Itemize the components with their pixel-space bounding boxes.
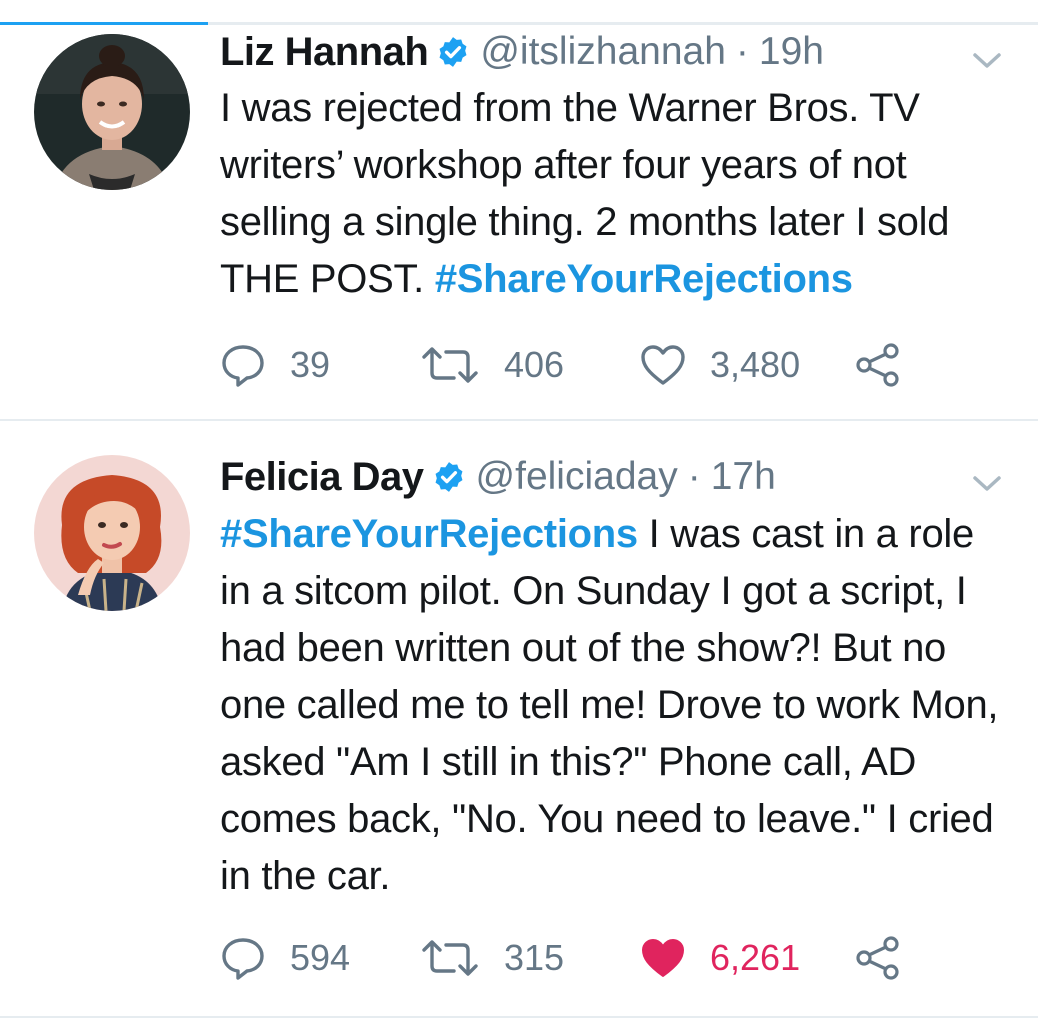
author-name[interactable]: Felicia Day bbox=[220, 455, 424, 500]
hashtag-link[interactable]: #ShareYourRejections bbox=[220, 512, 638, 556]
separator-dot: · bbox=[735, 30, 749, 73]
tweet-actions: 594 315 6,261 bbox=[220, 933, 940, 983]
tweet-text-segment: I was cast in a role in a sitcom pilot. … bbox=[220, 512, 999, 898]
like-count: 3,480 bbox=[710, 344, 801, 385]
loading-progress-fill bbox=[0, 22, 208, 25]
share-button[interactable] bbox=[855, 933, 901, 983]
tweet-text: I was rejected from the Warner Bros. TV … bbox=[220, 80, 1010, 308]
share-icon bbox=[856, 343, 899, 387]
reply-button[interactable]: 594 bbox=[220, 933, 350, 983]
reply-icon bbox=[222, 938, 264, 980]
reply-count: 39 bbox=[290, 344, 331, 385]
retweet-count: 315 bbox=[504, 937, 565, 978]
author-handle[interactable]: @feliciaday bbox=[476, 455, 678, 499]
retweet-button[interactable]: 315 bbox=[420, 933, 564, 983]
tweet-timestamp[interactable]: 19h bbox=[759, 30, 824, 74]
tweet-divider bbox=[0, 1016, 1038, 1018]
tweet-text: #ShareYourRejections I was cast in a rol… bbox=[220, 506, 1010, 905]
like-button[interactable]: 6,261 bbox=[640, 933, 800, 983]
woman-avatar-red-hair-icon bbox=[34, 455, 190, 611]
tweet-header: Liz Hannah @itslizhannah · 19h bbox=[220, 24, 998, 80]
chevron-down-icon[interactable] bbox=[970, 50, 1004, 72]
reply-count: 594 bbox=[290, 937, 351, 978]
retweet-count: 406 bbox=[504, 344, 565, 385]
tweet[interactable]: Felicia Day @feliciaday · 17h #ShareYour… bbox=[0, 421, 1038, 1017]
reply-icon bbox=[222, 345, 264, 387]
verified-badge-icon bbox=[436, 35, 470, 69]
separator-dot: · bbox=[687, 455, 701, 498]
avatar[interactable] bbox=[34, 34, 190, 190]
retweet-button[interactable]: 406 bbox=[420, 340, 564, 390]
avatar[interactable] bbox=[34, 455, 190, 611]
like-button[interactable]: 3,480 bbox=[640, 340, 800, 390]
tweet-actions: 39 406 3,480 bbox=[220, 340, 940, 390]
chevron-down-icon[interactable] bbox=[970, 473, 1004, 495]
tweet[interactable]: Liz Hannah @itslizhannah · 19h I was rej… bbox=[0, 28, 1038, 420]
heart-filled-icon bbox=[642, 939, 684, 977]
author-name[interactable]: Liz Hannah bbox=[220, 30, 429, 75]
share-button[interactable] bbox=[855, 340, 901, 390]
tweet-timestamp[interactable]: 17h bbox=[711, 455, 776, 499]
retweet-icon bbox=[422, 940, 478, 976]
reply-button[interactable]: 39 bbox=[220, 340, 330, 390]
like-count: 6,261 bbox=[710, 937, 801, 978]
retweet-icon bbox=[422, 347, 478, 383]
tweet-header: Felicia Day @feliciaday · 17h bbox=[220, 449, 998, 505]
hashtag-link[interactable]: #ShareYourRejections bbox=[435, 257, 853, 301]
verified-badge-icon bbox=[432, 460, 466, 494]
woman-avatar-dark-hair-icon bbox=[34, 34, 190, 190]
share-icon bbox=[856, 936, 899, 980]
author-handle[interactable]: @itslizhannah bbox=[480, 30, 726, 74]
heart-outline-icon bbox=[641, 345, 685, 385]
